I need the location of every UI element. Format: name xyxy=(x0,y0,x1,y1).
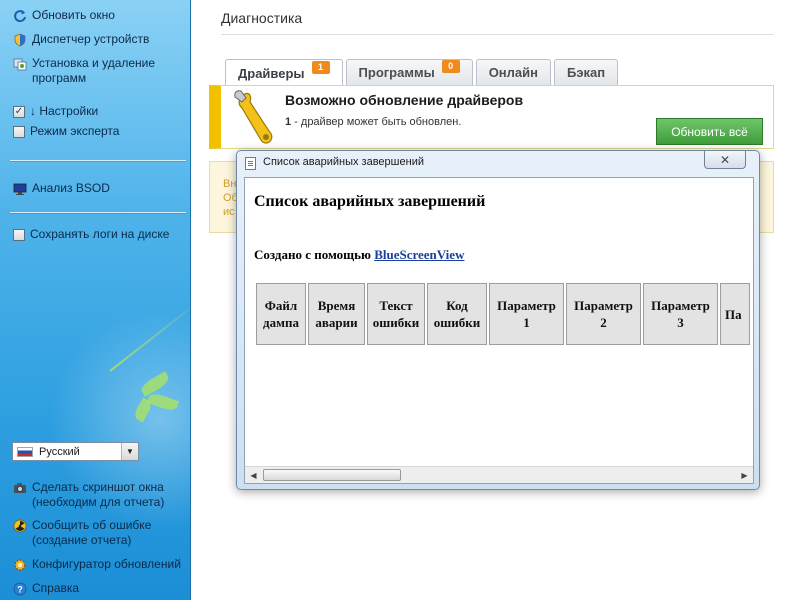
column-header[interactable]: Параметр 2 xyxy=(566,283,641,345)
update-subtitle-text: - драйвер может быть обновлен. xyxy=(291,116,462,128)
sidebar-item-settings[interactable]: ✓ ↓ Настройки xyxy=(13,104,188,119)
window-title: Список аварийных завершений xyxy=(263,156,424,168)
title-divider xyxy=(221,34,773,35)
sidebar-item-label: Установка и удаление программ xyxy=(32,56,156,85)
sidebar-item-label: Сохранять логи на диске xyxy=(30,227,170,241)
radiation-icon xyxy=(13,519,27,533)
update-subtitle: 1 - драйвер может быть обновлен. xyxy=(285,116,461,128)
sidebar-item-label: Диспетчер устройств xyxy=(32,32,150,46)
column-header[interactable]: Файл дампа xyxy=(256,283,306,345)
tab-label: Драйверы xyxy=(238,65,305,81)
tab-online[interactable]: Онлайн xyxy=(475,59,551,85)
crash-list-window[interactable]: Список аварийных завершений ✕ Список ава… xyxy=(236,150,760,490)
wrench-icon xyxy=(234,90,273,144)
tab-label: Онлайн xyxy=(488,65,538,80)
sidebar-item-update-configurator[interactable]: Конфигуратор обновлений xyxy=(13,557,188,572)
update-title: Возможно обновление драйверов xyxy=(285,92,524,108)
sidebar-item-programs[interactable]: Установка и удаление программ xyxy=(13,56,188,86)
camera-icon xyxy=(13,481,27,495)
sidebar-divider xyxy=(10,212,186,213)
column-header[interactable]: Текст ошибки xyxy=(367,283,425,345)
expert-mode-checkbox[interactable] xyxy=(13,126,25,138)
sidebar-item-save-logs[interactable]: Сохранять логи на диске xyxy=(13,227,188,242)
sidebar-item-refresh[interactable]: Обновить окно xyxy=(13,8,188,23)
horizontal-scrollbar[interactable]: ◀ ▶ xyxy=(245,466,753,483)
report-created-line: Создано с помощью BlueScreenView xyxy=(254,247,464,263)
scrollbar-thumb[interactable] xyxy=(263,469,401,481)
column-header[interactable]: Параметр 3 xyxy=(643,283,718,345)
document-icon xyxy=(245,157,256,170)
refresh-icon xyxy=(13,9,27,23)
background-text: ис xyxy=(223,206,235,218)
gear-icon xyxy=(13,558,27,572)
tab-bar: Драйверы 1 Программы 0 Онлайн Бэкап xyxy=(225,59,619,86)
sidebar-item-expert-mode[interactable]: Режим эксперта xyxy=(13,124,188,139)
tab-badge: 0 xyxy=(441,60,460,73)
tab-programs[interactable]: Программы 0 xyxy=(345,59,473,85)
sidebar-item-label: Анализ BSOD xyxy=(32,181,110,195)
sidebar-item-label: Сообщить об ошибке (создание отчета) xyxy=(32,518,152,547)
tab-drivers[interactable]: Драйверы 1 xyxy=(225,59,343,86)
report-content: Список аварийных завершений Создано с по… xyxy=(244,177,754,484)
sidebar-item-label: ↓ Настройки xyxy=(30,104,99,118)
driver-update-panel: Возможно обновление драйверов 1 - драйве… xyxy=(209,85,774,149)
help-icon: ? xyxy=(13,582,27,596)
scroll-right-icon[interactable]: ▶ xyxy=(736,467,753,483)
tab-badge: 1 xyxy=(311,60,330,74)
created-prefix: Создано с помощью xyxy=(254,247,375,262)
sidebar-item-screenshot[interactable]: Сделать скриншот окна (необходим для отч… xyxy=(13,480,188,510)
column-header[interactable]: Код ошибки xyxy=(427,283,487,345)
tab-label: Бэкап xyxy=(566,65,606,80)
russia-flag-icon xyxy=(17,446,33,457)
column-header[interactable]: Па xyxy=(720,283,750,345)
bluescreenview-link[interactable]: BlueScreenView xyxy=(374,247,464,262)
shield-icon xyxy=(13,33,27,47)
language-value: Русский xyxy=(39,445,80,458)
monitor-icon xyxy=(13,182,27,196)
sidebar: Обновить окно Диспетчер устройств Устано… xyxy=(0,0,191,600)
table-header-row: Файл дампа Время аварии Текст ошибки Код… xyxy=(256,283,750,345)
sidebar-item-bsod[interactable]: Анализ BSOD xyxy=(13,181,188,196)
svg-text:?: ? xyxy=(17,585,23,595)
save-logs-checkbox[interactable] xyxy=(13,229,25,241)
sidebar-item-help[interactable]: ? Справка xyxy=(13,581,188,596)
sidebar-item-label: Справка xyxy=(32,581,80,595)
sidebar-item-label: Обновить окно xyxy=(32,8,115,22)
sidebar-item-report-error[interactable]: Сообщить об ошибке (создание отчета) xyxy=(13,518,188,548)
update-all-button[interactable]: Обновить всё xyxy=(656,118,763,145)
column-header[interactable]: Время аварии xyxy=(308,283,365,345)
tab-backup[interactable]: Бэкап xyxy=(553,59,619,85)
page-title: Диагностика xyxy=(221,10,303,26)
scroll-left-icon[interactable]: ◀ xyxy=(245,467,262,483)
sidebar-item-label: Конфигуратор обновлений xyxy=(32,557,181,571)
language-select[interactable]: Русский ▼ xyxy=(12,442,139,461)
sidebar-item-device-manager[interactable]: Диспетчер устройств xyxy=(13,32,188,47)
sidebar-item-label: Сделать скриншот окна (необходим для отч… xyxy=(32,480,165,509)
sidebar-item-label: Режим эксперта xyxy=(30,124,120,138)
report-heading: Список аварийных завершений xyxy=(254,193,486,210)
column-header[interactable]: Параметр 1 xyxy=(489,283,564,345)
settings-checkbox[interactable]: ✓ xyxy=(13,106,25,118)
background-text: Вн xyxy=(223,178,237,190)
close-button[interactable]: ✕ xyxy=(704,151,746,169)
crash-table: Файл дампа Время аварии Текст ошибки Код… xyxy=(254,281,752,347)
chevron-down-icon[interactable]: ▼ xyxy=(121,443,138,460)
tab-label: Программы xyxy=(358,65,435,80)
programs-icon xyxy=(13,57,27,71)
sidebar-divider xyxy=(10,160,186,161)
close-icon: ✕ xyxy=(719,152,731,167)
